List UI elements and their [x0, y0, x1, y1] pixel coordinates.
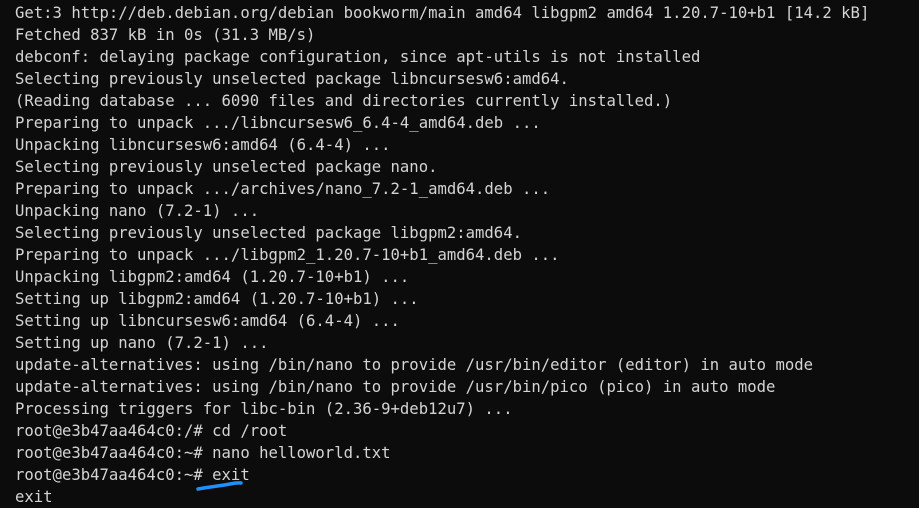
- terminal-line: Preparing to unpack .../libgpm2_1.20.7-1…: [15, 246, 560, 264]
- terminal-line: Selecting previously unselected package …: [15, 158, 438, 176]
- terminal-line: root@e3b47aa464c0:/# cd /root: [15, 422, 288, 440]
- terminal-line: update-alternatives: using /bin/nano to …: [15, 356, 813, 374]
- terminal-line: Get:3 http://deb.debian.org/debian bookw…: [15, 4, 870, 22]
- terminal-line: Fetched 837 kB in 0s (31.3 MB/s): [15, 26, 316, 44]
- terminal-line: Unpacking libgpm2:amd64 (1.20.7-10+b1) .…: [15, 268, 410, 286]
- terminal-line: Selecting previously unselected package …: [15, 224, 522, 242]
- terminal-line: Unpacking libncursesw6:amd64 (6.4-4) ...: [15, 136, 391, 154]
- terminal-line: exit: [15, 488, 53, 506]
- terminal-line: Setting up nano (7.2-1) ...: [15, 334, 269, 352]
- terminal-line: root@e3b47aa464c0:~# nano helloworld.txt: [15, 444, 391, 462]
- terminal-line: Selecting previously unselected package …: [15, 70, 569, 88]
- terminal-line: Setting up libgpm2:amd64 (1.20.7-10+b1) …: [15, 290, 419, 308]
- terminal-line: debconf: delaying package configuration,…: [15, 48, 701, 66]
- terminal-line: (Reading database ... 6090 files and dir…: [15, 92, 673, 110]
- terminal-line: Processing triggers for libc-bin (2.36-9…: [15, 400, 513, 418]
- terminal-output: Get:3 http://deb.debian.org/debian bookw…: [15, 2, 919, 508]
- exit-command: exit: [212, 466, 250, 484]
- terminal-prompt-line: root@e3b47aa464c0:~# exit: [15, 464, 919, 486]
- terminal-line: Preparing to unpack .../archives/nano_7.…: [15, 180, 551, 198]
- terminal-line: Preparing to unpack .../libncursesw6_6.4…: [15, 114, 541, 132]
- terminal-line: Unpacking nano (7.2-1) ...: [15, 202, 260, 220]
- terminal-window[interactable]: Get:3 http://deb.debian.org/debian bookw…: [0, 0, 919, 508]
- terminal-line: Setting up libncursesw6:amd64 (6.4-4) ..…: [15, 312, 400, 330]
- shell-prompt: root@e3b47aa464c0:~#: [15, 466, 213, 484]
- terminal-line: update-alternatives: using /bin/nano to …: [15, 378, 776, 396]
